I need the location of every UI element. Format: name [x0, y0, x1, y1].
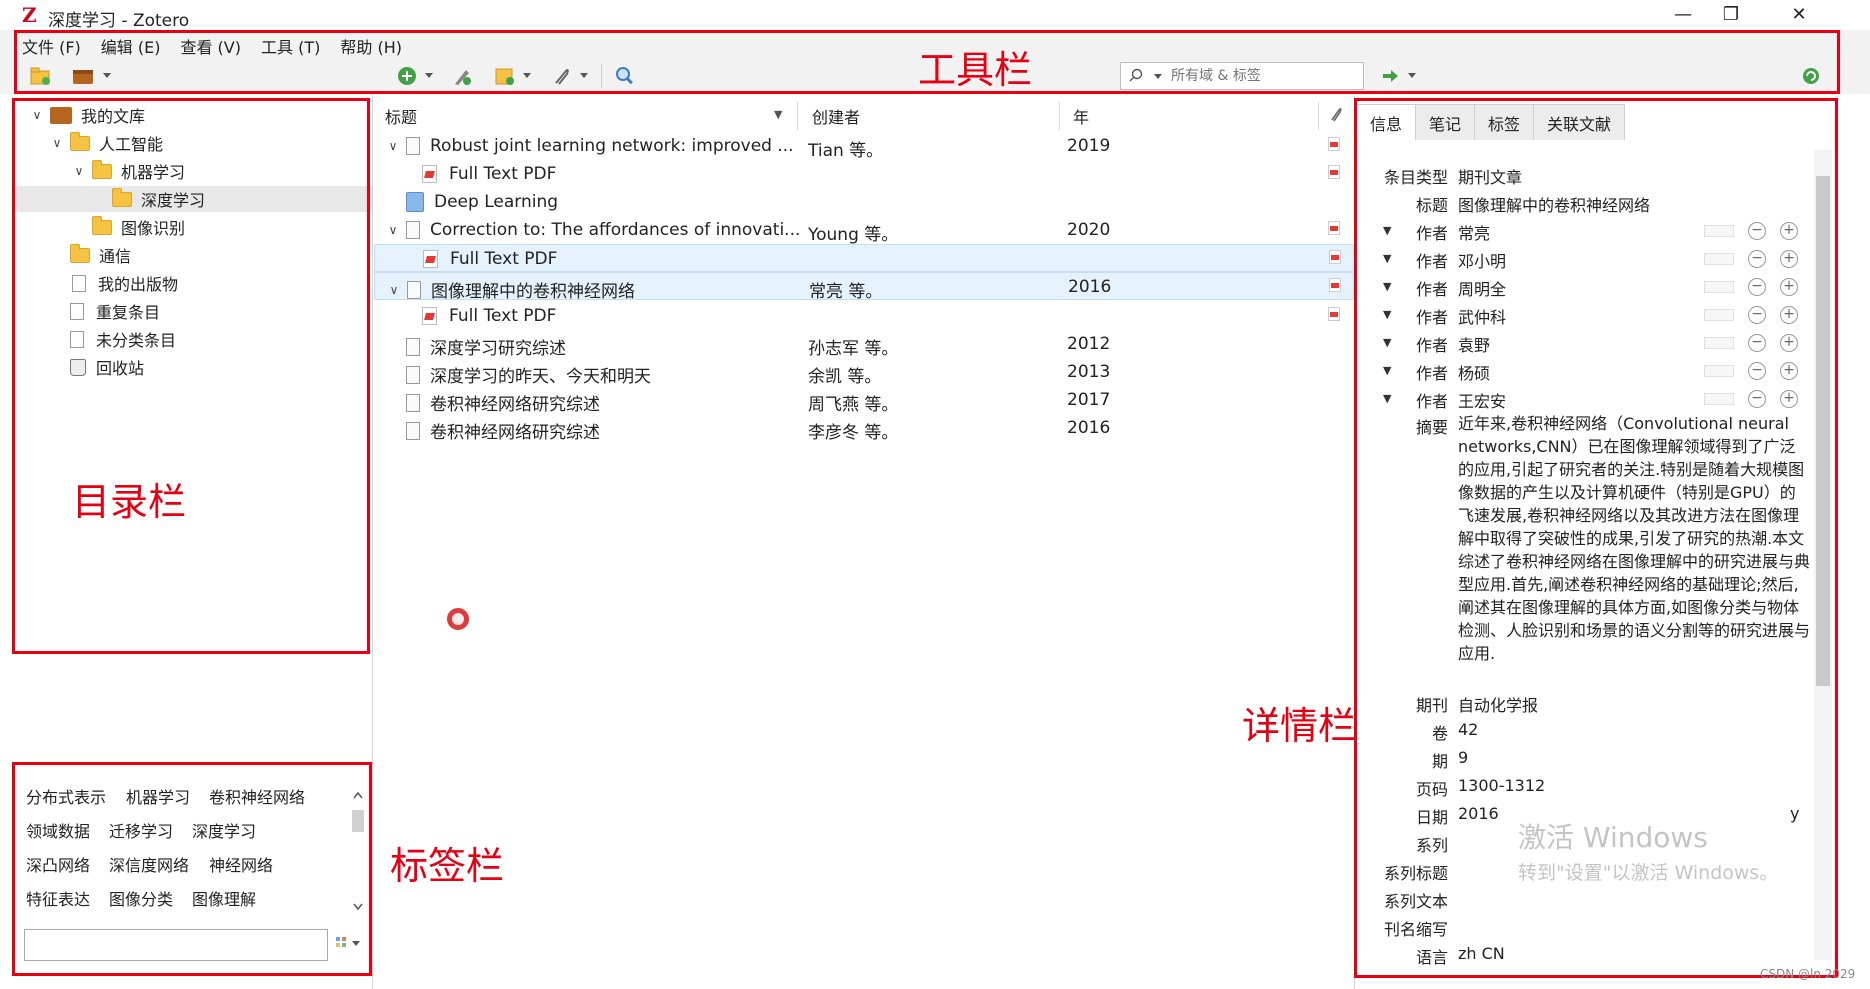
annotation-box-collections	[12, 98, 370, 654]
zotero-logo-icon: Z	[22, 3, 37, 27]
item-row[interactable]: Full Text PDF	[374, 160, 1354, 188]
item-title: 卷积神经网络研究综述	[430, 395, 600, 415]
annotation-label-details: 详情栏	[1242, 704, 1357, 748]
item-row[interactable]: Deep Learning	[374, 188, 1354, 216]
item-title: Correction to: The affordances of innova…	[430, 220, 801, 240]
item-year: 2017	[1067, 390, 1111, 410]
journal-article-icon	[406, 393, 420, 412]
pdf-attachment-icon[interactable]	[1329, 250, 1341, 264]
column-header-creator[interactable]: 创建者	[812, 104, 860, 130]
column-header-attachment-icon[interactable]	[1328, 106, 1344, 124]
book-icon	[406, 192, 424, 212]
pdf-attachment-icon[interactable]	[1329, 278, 1341, 292]
minimize-button[interactable]: —	[1660, 2, 1706, 28]
item-year: 2019	[1067, 136, 1111, 156]
item-creator: Young 等。	[808, 225, 899, 245]
item-creator: Tian 等。	[808, 141, 884, 161]
twisty-icon[interactable]: ∨	[386, 223, 400, 237]
window-title: 深度学习 - Zotero	[48, 11, 190, 31]
pdf-attachment-icon[interactable]	[1328, 137, 1340, 151]
item-year: 2016	[1067, 418, 1111, 438]
pdf-icon	[422, 307, 437, 325]
annotation-box-tags	[12, 762, 372, 976]
journal-article-icon	[406, 337, 420, 356]
item-row[interactable]: 深度学习的昨天、今天和明天 余凯 等。 2013	[374, 358, 1354, 387]
item-row[interactable]: 深度学习研究综述 孙志军 等。 2012	[374, 330, 1354, 359]
sort-descending-icon[interactable]: ▼	[774, 108, 782, 121]
item-title: Robust joint learning network: improved …	[430, 136, 794, 156]
item-year: 2013	[1067, 362, 1111, 382]
column-separator[interactable]	[1318, 102, 1319, 130]
annotation-label-tags: 标签栏	[390, 844, 505, 888]
item-creator: 常亮 等。	[809, 282, 883, 302]
column-separator[interactable]	[797, 102, 798, 130]
item-row[interactable]: 卷积神经网络研究综述 周飞燕 等。 2017	[374, 386, 1354, 415]
pdf-icon	[423, 250, 438, 268]
journal-article-icon	[406, 421, 420, 440]
item-row-selected[interactable]: Full Text PDF	[374, 244, 1354, 272]
pdf-icon	[422, 165, 437, 183]
item-year: 2012	[1067, 334, 1111, 354]
annotation-label-toolbar: 工具栏	[918, 48, 1033, 92]
annotation-label-collections: 目录栏	[72, 480, 187, 524]
item-creator: 周飞燕 等。	[808, 395, 899, 415]
title-bar: Z 深度学习 - Zotero — ❐ ✕	[0, 0, 1870, 31]
restore-button[interactable]: ❐	[1708, 2, 1754, 28]
windows-watermark-title: 激活 Windows	[1518, 821, 1708, 854]
twisty-icon[interactable]: ∨	[386, 139, 400, 153]
credit-text: CSDN @ln 2029	[1760, 967, 1856, 981]
item-row-selected[interactable]: ∨ 图像理解中的卷积神经网络 常亮 等。 2016	[374, 272, 1354, 302]
windows-watermark-subtitle: 转到"设置"以激活 Windows。	[1518, 862, 1779, 884]
item-title: Full Text PDF	[450, 249, 558, 269]
item-title: 深度学习的昨天、今天和明天	[430, 367, 651, 387]
journal-article-icon	[407, 280, 421, 299]
item-creator: 余凯 等。	[808, 367, 882, 387]
pdf-attachment-icon[interactable]	[1328, 221, 1340, 235]
close-button[interactable]: ✕	[1776, 2, 1822, 28]
journal-article-icon	[406, 365, 420, 384]
item-title: 卷积神经网络研究综述	[430, 423, 600, 443]
column-separator[interactable]	[1059, 102, 1060, 130]
pane-divider-left[interactable]	[372, 95, 373, 989]
column-header-title[interactable]: 标题	[385, 104, 417, 130]
item-title: Deep Learning	[434, 192, 559, 212]
pdf-attachment-icon[interactable]	[1328, 165, 1340, 179]
journal-article-icon	[406, 137, 420, 155]
journal-article-icon	[406, 221, 420, 239]
item-row[interactable]: Full Text PDF	[374, 302, 1354, 330]
item-creator: 孙志军 等。	[808, 339, 899, 359]
item-title: Full Text PDF	[449, 164, 557, 184]
mouse-cursor-indicator	[447, 608, 469, 630]
item-year: 2016	[1068, 277, 1112, 297]
item-row[interactable]: ∨ Correction to: The affordances of innov…	[374, 216, 1354, 245]
column-header-year[interactable]: 年	[1073, 104, 1089, 130]
item-year: 2020	[1067, 220, 1111, 240]
item-title: Full Text PDF	[449, 306, 557, 326]
item-row[interactable]: ∨ Robust joint learning network: improved…	[374, 132, 1354, 161]
twisty-icon[interactable]: ∨	[387, 283, 401, 297]
item-row[interactable]: 卷积神经网络研究综述 李彦冬 等。 2016	[374, 414, 1354, 443]
item-title: 图像理解中的卷积神经网络	[431, 282, 635, 302]
item-title: 深度学习研究综述	[430, 339, 566, 359]
pdf-attachment-icon[interactable]	[1328, 307, 1340, 321]
item-creator: 李彦冬 等。	[808, 423, 899, 443]
